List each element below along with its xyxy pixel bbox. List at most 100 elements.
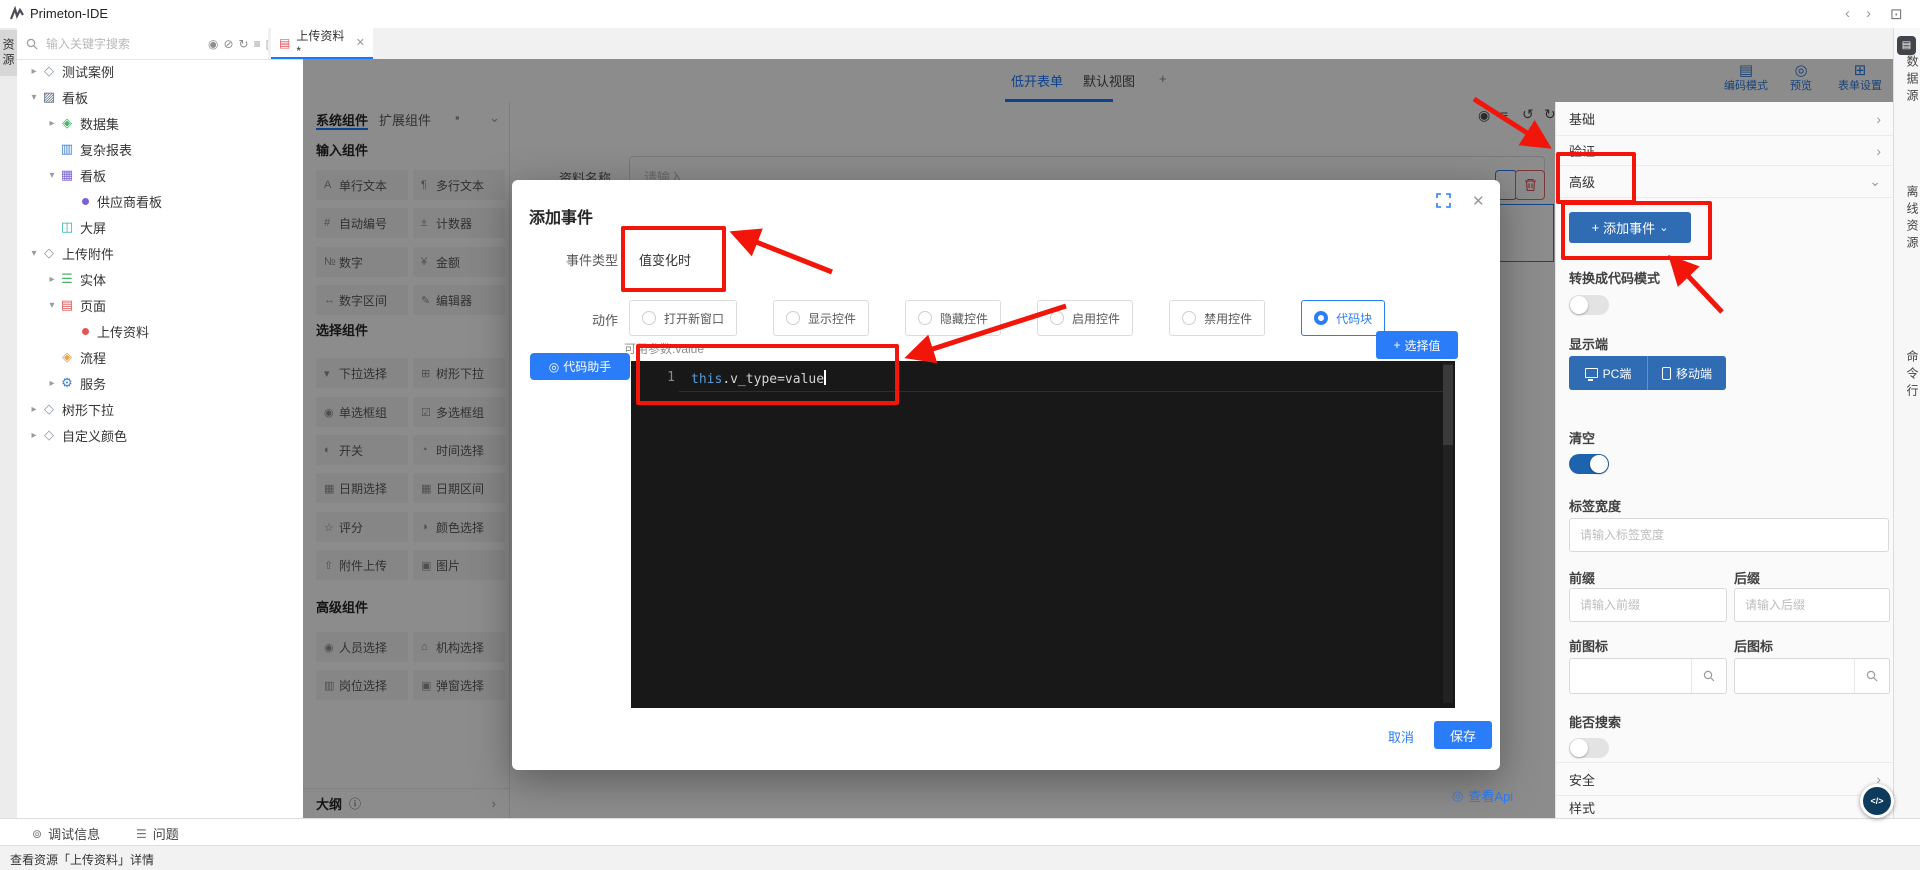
- rail-tab-datasource[interactable]: 数据源: [1894, 55, 1920, 106]
- tree-item-label: 看板: [80, 166, 106, 185]
- section-basic[interactable]: 基础 ›: [1556, 102, 1894, 136]
- modal-dim-overlay-top: [1555, 59, 1893, 102]
- suffix-input[interactable]: [1735, 598, 1889, 612]
- chevron-right-icon[interactable]: ▸: [28, 66, 40, 77]
- database-icon: ☰: [58, 271, 76, 287]
- rail-tab-offline-resources[interactable]: 离线资源: [1894, 185, 1920, 253]
- cube-icon: ◇: [40, 63, 58, 79]
- tree-item-page[interactable]: ▾ ▤ 页面: [17, 292, 331, 318]
- select-value-button[interactable]: + 选择值: [1376, 331, 1458, 359]
- phone-icon: [1662, 367, 1671, 380]
- view-api-label: 查看Api: [1468, 786, 1513, 805]
- tree-item-big-screen[interactable]: ◫ 大屏: [17, 214, 343, 240]
- code-editor[interactable]: 1 this.v_type=value: [631, 361, 1455, 708]
- chevron-right-icon[interactable]: ▸: [46, 378, 58, 389]
- pc-side-button[interactable]: PC端: [1569, 356, 1648, 390]
- to-code-mode-toggle[interactable]: [1569, 295, 1609, 315]
- code-keyword: this: [691, 372, 722, 387]
- back-icon-input[interactable]: [1734, 658, 1890, 694]
- tree-item-kanban[interactable]: ▾ ▨ 看板: [17, 84, 313, 110]
- tree-item-custom-colors[interactable]: ▸ ◇ 自定义颜色: [17, 422, 313, 448]
- search-icon[interactable]: [1691, 659, 1726, 693]
- cube-icon: ◇: [40, 401, 58, 417]
- chevron-down-icon[interactable]: ▾: [46, 300, 58, 311]
- suffix-label: 后缀: [1734, 568, 1760, 587]
- close-icon[interactable]: ✕: [356, 36, 365, 49]
- sort-list-icon[interactable]: ≡: [254, 37, 261, 51]
- tree-item-label: 测试案例: [62, 62, 114, 81]
- chevron-right-icon: ›: [1876, 111, 1881, 127]
- search-input[interactable]: [44, 36, 203, 52]
- searchable-toggle[interactable]: [1569, 738, 1609, 758]
- tree-item-tree-dropdown[interactable]: ▸ ◇ 树形下拉: [17, 396, 313, 422]
- tree-item-complex-report[interactable]: ▥ 复杂报表: [17, 136, 343, 162]
- rail-resource-icon[interactable]: ▤: [1897, 36, 1916, 55]
- fullscreen-icon[interactable]: [1436, 193, 1451, 208]
- close-icon[interactable]: ✕: [1472, 192, 1485, 210]
- tree-item-label: 上传资料: [97, 322, 149, 341]
- label-width-input[interactable]: [1570, 528, 1888, 542]
- tree-item-label: 供应商看板: [97, 192, 162, 211]
- radio-icon: [786, 311, 800, 325]
- dot-icon: [82, 198, 89, 205]
- section-validation[interactable]: 验证 ›: [1556, 136, 1894, 166]
- action-hide-control[interactable]: 隐藏控件: [905, 300, 1001, 336]
- nav-forward-icon[interactable]: ›: [1866, 5, 1871, 22]
- chevron-right-icon[interactable]: ▸: [28, 430, 40, 441]
- chevron-right-icon[interactable]: ▸: [46, 118, 58, 129]
- section-style[interactable]: 样式: [1556, 796, 1894, 818]
- action-enable-control[interactable]: 启用控件: [1037, 300, 1133, 336]
- search-icon[interactable]: [1854, 659, 1889, 693]
- tab-problems[interactable]: ☰ 问题: [136, 824, 179, 843]
- chevron-down-icon[interactable]: ▾: [46, 170, 58, 181]
- dot-icon: [82, 328, 89, 335]
- editor-scrollbar-thumb[interactable]: [1443, 365, 1453, 445]
- radio-selected-icon: [1314, 311, 1328, 325]
- assistant-icon: ◎: [549, 360, 559, 374]
- code-helper-badge[interactable]: </>: [1860, 784, 1894, 818]
- section-security[interactable]: 安全 ›: [1556, 762, 1894, 796]
- window-layout-icon[interactable]: ⊡: [1890, 5, 1903, 23]
- bottom-panel-bar: ⊚ 调试信息 ☰ 问题: [0, 818, 1920, 846]
- tree-item-flow[interactable]: ◈ 流程: [17, 344, 343, 370]
- flow-icon: ◈: [58, 349, 76, 365]
- to-code-mode-label: 转换成代码模式: [1569, 268, 1660, 287]
- searchable-label: 能否搜索: [1569, 712, 1621, 731]
- nav-back-icon[interactable]: ‹: [1845, 5, 1850, 22]
- prefix-label: 前缀: [1569, 568, 1595, 587]
- action-disable-control[interactable]: 禁用控件: [1169, 300, 1265, 336]
- clear-toggle[interactable]: [1569, 454, 1609, 474]
- prefix-input[interactable]: [1570, 598, 1726, 612]
- action-show-control[interactable]: 显示控件: [773, 300, 869, 336]
- action-code-block[interactable]: 代码块: [1301, 300, 1385, 336]
- refresh-icon[interactable]: ↻: [239, 37, 249, 51]
- chevron-right-icon: ›: [1876, 143, 1881, 159]
- rail-tab-resources[interactable]: 资源: [0, 30, 17, 76]
- chevron-right-icon[interactable]: ▸: [28, 404, 40, 415]
- rail-tab-command-line[interactable]: 命令行: [1894, 350, 1920, 401]
- tree-item-upload-attachment[interactable]: ▾ ◇ 上传附件: [17, 240, 313, 266]
- add-event-button[interactable]: + 添加事件 ⌄: [1569, 212, 1691, 243]
- filter-add-icon[interactable]: ⊘: [223, 37, 233, 51]
- page-icon: ▤: [58, 297, 76, 313]
- chevron-right-icon[interactable]: ▸: [46, 274, 58, 285]
- tree-item-service[interactable]: ▸ ⚙ 服务: [17, 370, 331, 396]
- tree-item-label: 看板: [62, 88, 88, 107]
- action-open-new-window[interactable]: 打开新窗口: [629, 300, 737, 336]
- mobile-side-button[interactable]: 移动端: [1648, 356, 1726, 390]
- save-button[interactable]: 保存: [1434, 721, 1492, 749]
- tree-item-entity[interactable]: ▸ ☰ 实体: [17, 266, 331, 292]
- chevron-down-icon[interactable]: ▾: [28, 92, 40, 103]
- tree-item-test-cases[interactable]: ▸ ◇ 测试案例: [17, 58, 313, 84]
- tab-upload-data[interactable]: ▤ 上传资料* ✕: [271, 28, 373, 59]
- front-icon-input[interactable]: [1569, 658, 1727, 694]
- ai-search-icon[interactable]: ◉: [208, 37, 218, 51]
- section-advanced[interactable]: 高级 ⌄: [1556, 166, 1894, 198]
- tree-item-kanban-board[interactable]: ▾ ▦ 看板: [17, 162, 331, 188]
- view-api-link[interactable]: ◎ 查看Api: [1452, 786, 1513, 805]
- chevron-down-icon[interactable]: ▾: [28, 248, 40, 259]
- cancel-button[interactable]: 取消: [1388, 727, 1414, 746]
- tree-item-dataset[interactable]: ▸ ◈ 数据集: [17, 110, 331, 136]
- tab-debug-info[interactable]: ⊚ 调试信息: [32, 824, 100, 843]
- code-assistant-button[interactable]: ◎ 代码助手: [530, 353, 630, 380]
